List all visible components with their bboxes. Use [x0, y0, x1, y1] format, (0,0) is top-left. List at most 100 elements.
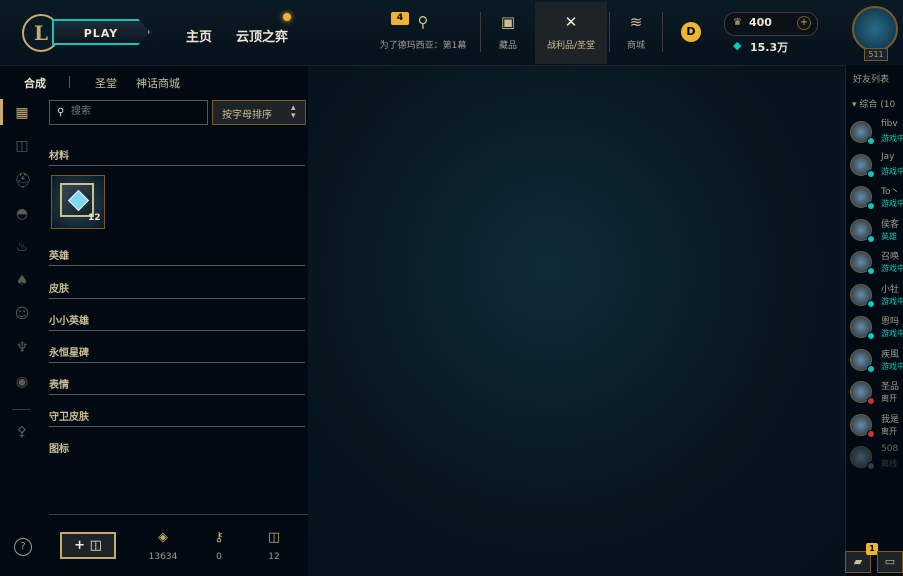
nav-tft[interactable]: 云顶之弈: [236, 26, 288, 45]
friend-list-item[interactable]: 我是 离开: [850, 412, 903, 440]
status-dot: [867, 364, 875, 373]
friend-name: fibv: [881, 119, 898, 129]
tab-crafting[interactable]: 合成: [24, 75, 46, 91]
tab-store[interactable]: ≋ 商城: [615, 8, 657, 60]
loot-item-count: 12: [88, 213, 101, 223]
friend-list-item[interactable]: 圣品 离开: [850, 379, 903, 407]
divider: [609, 12, 610, 52]
blue-essence-value: 15.3万: [750, 41, 789, 54]
mission-label: 为了德玛西亚：第1幕: [379, 41, 467, 51]
status-dot: [867, 429, 875, 438]
friend-name: 508: [881, 444, 899, 454]
friend-name: 召唤: [881, 252, 900, 262]
friend-list-item[interactable]: 召唤 游戏中: [850, 249, 903, 277]
category-emotes: 表情: [49, 376, 305, 395]
skin-mask-icon[interactable]: ◓: [14, 206, 30, 222]
friend-name: 侯客: [881, 219, 900, 230]
key-value: 0: [216, 552, 222, 562]
orange-essence-value: 13634: [148, 552, 178, 562]
chest-icon[interactable]: ◫: [14, 138, 30, 154]
tab-mythic-shop[interactable]: 神话商城: [136, 75, 180, 91]
flame-icon[interactable]: ♠: [14, 273, 30, 289]
friends-group-header[interactable]: ▾ 综合 (10: [852, 97, 895, 110]
friends-group-label: 综合 (10: [859, 100, 896, 110]
coins-icon: ≋: [629, 13, 643, 31]
crossed-tools-icon: ✕: [564, 13, 578, 31]
divider: [12, 409, 30, 410]
friend-name: Jay: [881, 151, 895, 162]
summoner-level: 511: [864, 48, 888, 61]
friend-name: 疾風: [881, 349, 900, 360]
status-dot: [867, 462, 875, 470]
nav-home[interactable]: 主页: [186, 26, 212, 45]
key-stat: ⚷ 0: [199, 530, 239, 562]
friend-name: 我是: [881, 414, 900, 425]
category-champions: 英雄: [49, 247, 305, 266]
category-little-legends: 小小英雄: [49, 312, 305, 331]
blue-essence-icon: ◆: [733, 39, 742, 52]
status-dot: [867, 397, 875, 405]
sort-arrows-icon: ▴ ▾: [291, 103, 296, 121]
category-materials: 材料: [49, 147, 305, 166]
friend-name: 恩吗: [881, 317, 900, 327]
friends-title: 好友列表: [853, 75, 890, 85]
tab-collection-label: 藏品: [498, 41, 517, 51]
friend-list-item[interactable]: 小牡 游戏中: [850, 282, 903, 310]
friend-list-item[interactable]: 508 离线: [850, 444, 903, 472]
trident-icon: ⚲: [417, 13, 429, 31]
search-input[interactable]: [71, 104, 201, 119]
friend-status: 游戏中: [881, 264, 903, 273]
friend-status: 游戏中: [881, 296, 903, 306]
trident-filter-icon[interactable]: ⚴: [14, 424, 30, 440]
riot-points-value: 400: [749, 16, 772, 29]
active-indicator: [0, 99, 3, 125]
friend-list-item[interactable]: Jay 游戏中: [850, 152, 903, 180]
profile-avatar[interactable]: [852, 6, 898, 52]
category-skins: 皮肤: [49, 280, 305, 299]
friend-list-item[interactable]: fibv 游戏中: [850, 119, 903, 147]
friend-status: 离开: [881, 426, 897, 436]
friend-status: 游戏中: [881, 361, 903, 371]
tab-store-label: 商城: [626, 41, 645, 51]
friend-list-item[interactable]: To丶 游戏中: [850, 184, 903, 212]
tab-sanctum[interactable]: 圣堂: [95, 75, 117, 91]
friend-name: 圣品: [881, 382, 900, 392]
divider: [662, 12, 663, 52]
mission-tab[interactable]: ⚲ 为了德玛西亚：第1幕: [373, 8, 473, 60]
friend-status: 游戏中: [881, 329, 903, 338]
status-dot: [867, 202, 875, 210]
emote-icon[interactable]: ☺: [14, 306, 30, 322]
status-dot: [867, 169, 875, 178]
friend-list-item[interactable]: 疾風 游戏中: [850, 347, 903, 375]
rp-purchase-icon[interactable]: D: [681, 22, 701, 42]
friend-name: 小牡: [881, 284, 900, 295]
status-dot: [867, 234, 875, 243]
notification-dot: [283, 13, 291, 21]
friend-list-item[interactable]: 侯客 英雄: [850, 217, 903, 245]
friend-status: 游戏中: [881, 166, 903, 176]
chest-icon: ◫: [267, 530, 281, 545]
category-eternals: 永恒星碑: [49, 344, 305, 363]
play-button[interactable]: PLAY: [52, 19, 150, 45]
chat-window-icon[interactable]: ▭: [877, 551, 903, 573]
craft-plus-label: +: [74, 538, 86, 553]
help-button[interactable]: ?: [14, 538, 32, 556]
divider: [69, 76, 70, 88]
grid-icon[interactable]: ▦: [14, 105, 30, 121]
friend-list-item[interactable]: 恩吗 游戏中: [850, 314, 903, 342]
sort-label: 按字母排序: [222, 110, 272, 121]
chest-value: 12: [268, 552, 280, 562]
tab-collection[interactable]: ▣ 藏品: [487, 8, 529, 60]
ward-icon[interactable]: ♆: [14, 340, 30, 356]
profile-icon[interactable]: ◉: [14, 374, 30, 390]
chest-icon: ◫: [89, 538, 102, 553]
friend-status: 离线: [881, 459, 897, 468]
add-rp-button[interactable]: +: [797, 16, 811, 30]
champion-helmet-icon[interactable]: ⛑: [14, 173, 32, 189]
friend-status: 游戏中: [881, 134, 903, 143]
orange-essence-stat: ◈ 13634: [143, 530, 183, 562]
craft-keys-button[interactable]: + ◫: [60, 532, 116, 559]
category-icons: 图标: [49, 444, 69, 455]
tab-loot[interactable]: ✕ 战利品/圣堂: [535, 2, 607, 64]
little-legend-icon[interactable]: ♨: [14, 239, 30, 255]
